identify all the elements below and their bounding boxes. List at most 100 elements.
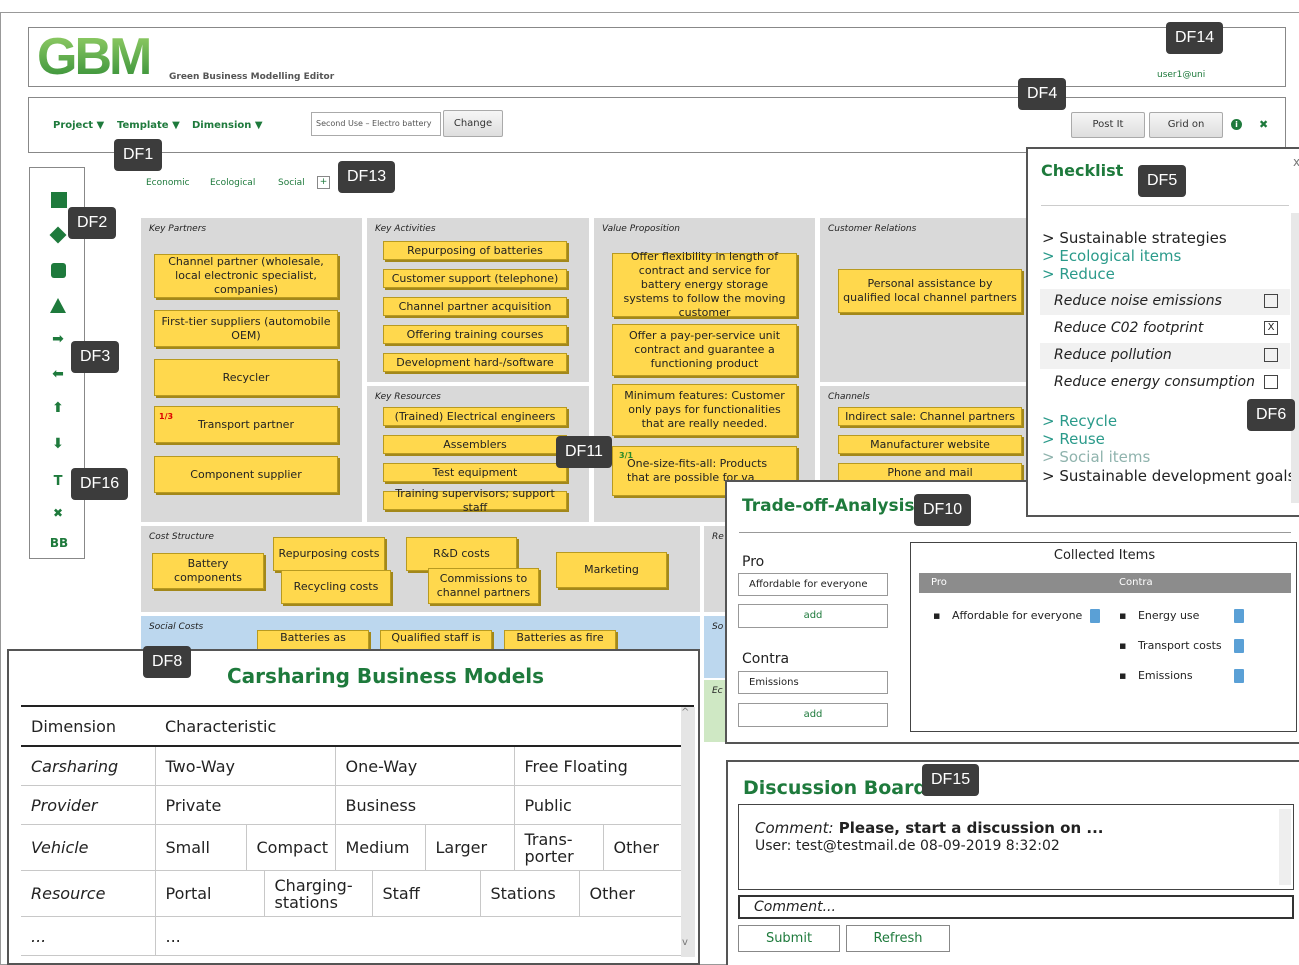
- checkbox[interactable]: [1264, 375, 1278, 389]
- characteristic-cell[interactable]: One-Way: [334, 747, 514, 785]
- characteristic-cell[interactable]: Private: [156, 786, 335, 824]
- refresh-button[interactable]: Refresh: [846, 925, 950, 952]
- characteristic-cell[interactable]: Charging-stations: [263, 871, 372, 916]
- characteristic-cell[interactable]: Staff: [371, 871, 480, 916]
- delete-tool-icon[interactable]: ✖: [48, 506, 68, 520]
- postit-note[interactable]: Minimum features: Customer only pays for…: [612, 384, 797, 436]
- close-icon[interactable]: ✖: [1259, 118, 1268, 131]
- postit-note[interactable]: Batteries as: [257, 630, 369, 650]
- characteristic-cell[interactable]: Stations: [479, 871, 579, 916]
- pro-input[interactable]: Affordable for everyone: [738, 573, 888, 596]
- submit-button[interactable]: Submit: [738, 925, 840, 952]
- postit-note[interactable]: Repurposing of batteries: [383, 241, 567, 260]
- contra-input[interactable]: Emissions: [738, 671, 888, 694]
- characteristic-cell[interactable]: Free Floating: [513, 747, 679, 785]
- checkbox[interactable]: [1264, 294, 1278, 308]
- arrow-up-icon[interactable]: ⬆: [48, 400, 68, 416]
- characteristic-cell[interactable]: Two-Way: [156, 747, 335, 785]
- contra-add-button[interactable]: add: [738, 703, 888, 727]
- comment-input[interactable]: Comment...: [738, 895, 1294, 919]
- postit-note[interactable]: Channel partner (wholesale, local electr…: [154, 254, 338, 298]
- postit-note[interactable]: Commissions to channel partners: [428, 568, 539, 604]
- characteristic-cell[interactable]: Compact: [245, 825, 335, 870]
- tab-social[interactable]: Social: [278, 178, 305, 188]
- checklist-item[interactable]: > Reuse: [1042, 430, 1105, 448]
- postit-note[interactable]: Manufacturer website: [838, 435, 1022, 454]
- characteristic-cell[interactable]: Portal: [156, 871, 264, 916]
- postit-note[interactable]: Channel partner acquisition: [383, 297, 567, 316]
- postit-button[interactable]: Post It: [1071, 112, 1145, 138]
- checklist-scrollbar[interactable]: [1291, 213, 1299, 503]
- postit-note[interactable]: Repurposing costs: [273, 537, 385, 571]
- bb-tool[interactable]: BB: [44, 536, 74, 550]
- square-icon[interactable]: [51, 192, 67, 208]
- checklist-item[interactable]: > Sustainable development goals: [1042, 467, 1295, 485]
- template-input[interactable]: Second Use – Electro battery: [311, 112, 441, 136]
- trash-icon[interactable]: [1233, 609, 1244, 623]
- postit-note[interactable]: Offering training courses: [383, 325, 567, 344]
- characteristic-cell[interactable]: Other: [578, 871, 679, 916]
- diamond-icon[interactable]: [49, 226, 67, 244]
- trash-icon[interactable]: [1233, 669, 1244, 683]
- postit-note[interactable]: Recycling costs: [281, 570, 391, 604]
- text-tool-icon[interactable]: T: [48, 474, 68, 489]
- change-button[interactable]: Change: [443, 110, 503, 137]
- table-scrollbar[interactable]: [681, 707, 695, 957]
- triangle-icon[interactable]: [50, 298, 66, 313]
- postit-note[interactable]: Customer support (telephone): [383, 269, 567, 288]
- checklist-close-icon[interactable]: x: [1293, 155, 1299, 169]
- postit-note[interactable]: Offer flexibility in length of contract …: [612, 250, 797, 319]
- postit-note[interactable]: Personal assistance by qualified local c…: [838, 269, 1022, 313]
- menu-dimension[interactable]: Dimension ▼: [192, 120, 263, 131]
- checklist-item[interactable]: > Sustainable strategies: [1042, 229, 1227, 247]
- user-label[interactable]: user1@uni: [1157, 70, 1205, 80]
- postit-note[interactable]: Training supervisors; support staff: [383, 487, 567, 514]
- scroll-down-icon[interactable]: v: [682, 937, 688, 948]
- checklist-item[interactable]: > Reduce: [1042, 265, 1115, 283]
- checklist-item[interactable]: > Ecological items: [1042, 247, 1181, 265]
- postit-note[interactable]: Assemblers: [383, 435, 567, 454]
- menu-template[interactable]: Template ▼: [117, 120, 180, 131]
- characteristic-cell[interactable]: ...: [156, 917, 679, 955]
- rounded-square-icon[interactable]: [51, 263, 66, 278]
- postit-note[interactable]: Qualified staff is: [380, 630, 492, 650]
- postit-note[interactable]: Transport partner: [154, 406, 338, 443]
- characteristic-cell[interactable]: Trans-porter: [513, 825, 603, 870]
- checkbox[interactable]: X: [1264, 321, 1278, 335]
- menu-project[interactable]: Project ▼: [53, 120, 104, 131]
- postit-note[interactable]: Development hard-/software: [383, 353, 567, 372]
- characteristic-cell[interactable]: Small: [156, 825, 246, 870]
- postit-note[interactable]: (Trained) Electrical engineers: [383, 407, 567, 426]
- pro-add-button[interactable]: add: [738, 604, 888, 628]
- grid-toggle[interactable]: Grid on: [1149, 112, 1223, 138]
- trash-icon[interactable]: [1233, 639, 1244, 653]
- postit-note[interactable]: Indirect sale: Channel partners: [838, 407, 1022, 426]
- postit-note[interactable]: Offer a pay-per-service unit contract an…: [612, 324, 797, 376]
- characteristic-cell[interactable]: Larger: [424, 825, 514, 870]
- scroll-up-icon[interactable]: ^: [681, 707, 689, 718]
- add-dimension-button[interactable]: +: [317, 176, 330, 189]
- tab-ecological[interactable]: Ecological: [210, 178, 255, 188]
- postit-note[interactable]: Battery components: [152, 553, 264, 589]
- characteristic-cell[interactable]: Medium: [334, 825, 425, 870]
- characteristic-cell[interactable]: Public: [513, 786, 679, 824]
- postit-note[interactable]: Test equipment: [383, 463, 567, 482]
- arrow-down-icon[interactable]: ⬇: [48, 436, 68, 452]
- characteristic-cell[interactable]: Other: [602, 825, 679, 870]
- postit-note[interactable]: Batteries as fire: [504, 630, 616, 650]
- info-icon[interactable]: i: [1231, 119, 1242, 130]
- postit-note[interactable]: R&D costs: [406, 537, 517, 571]
- postit-note[interactable]: Component supplier: [154, 456, 338, 493]
- messages-scrollbar[interactable]: [1279, 809, 1291, 885]
- postit-note[interactable]: First-tier suppliers (automobile OEM): [154, 310, 338, 347]
- tab-economic[interactable]: Economic: [146, 178, 190, 188]
- arrow-right-icon[interactable]: ➡: [48, 331, 68, 347]
- checkbox[interactable]: [1264, 348, 1278, 362]
- postit-note[interactable]: Marketing: [556, 552, 667, 588]
- arrow-left-icon[interactable]: ⬅: [48, 366, 68, 382]
- checklist-item[interactable]: > Social items: [1042, 448, 1150, 466]
- characteristic-cell[interactable]: Business: [334, 786, 514, 824]
- trash-icon[interactable]: [1090, 609, 1101, 623]
- postit-note[interactable]: Recycler: [154, 359, 338, 396]
- checklist-item[interactable]: > Recycle: [1042, 412, 1117, 430]
